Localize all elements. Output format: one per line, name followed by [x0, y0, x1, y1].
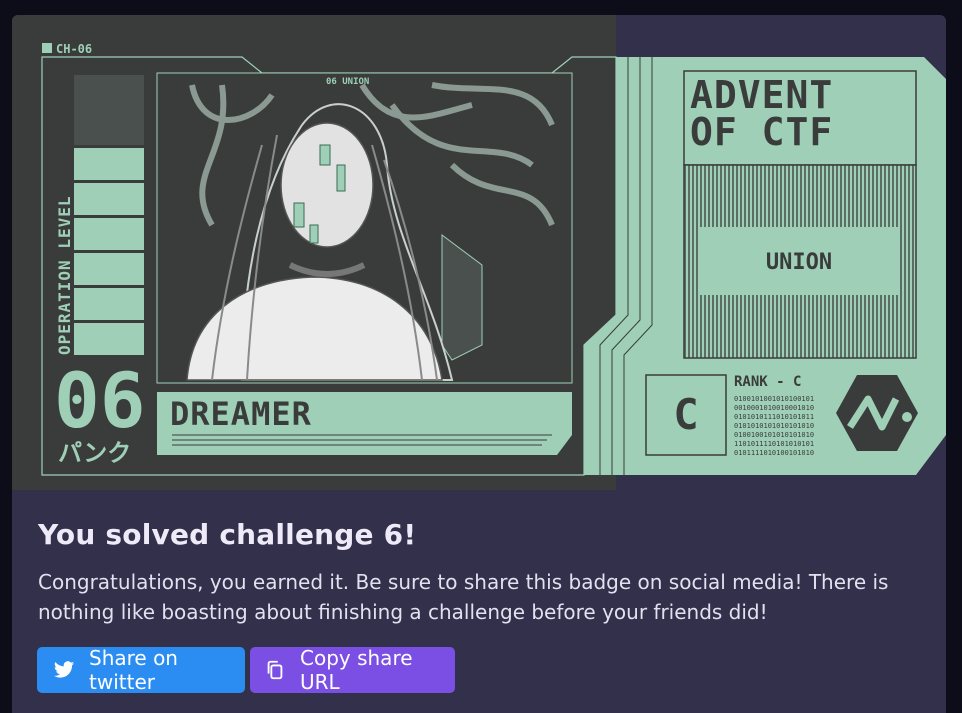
challenge-card: CH-06 OPERATION LEVEL 06 パンク 06 UNION DR… — [12, 15, 946, 713]
svg-text:0100101001010100101: 0100101001010100101 — [734, 395, 814, 403]
badge-side-label: OPERATION LEVEL — [55, 196, 74, 356]
svg-text:0100100101010101010: 0100100101010101010 — [734, 431, 814, 439]
badge-event-line2: OF CTF — [690, 110, 833, 154]
twitter-icon — [53, 659, 75, 681]
badge-name: DREAMER — [170, 395, 312, 433]
svg-text:0101010111010101011: 0101010111010101011 — [734, 413, 814, 421]
share-twitter-label: Share on twitter — [89, 646, 178, 694]
badge-channel: CH-06 — [56, 42, 92, 56]
copy-icon — [264, 659, 286, 681]
share-twitter-button[interactable]: Share on twitter — [37, 646, 245, 694]
svg-text:0101010101010101010: 0101010101010101010 — [734, 422, 814, 430]
badge-binary: 0100101001010100101 0010001010010001010 … — [734, 395, 814, 457]
challenge-title: You solved challenge 6! — [38, 518, 417, 551]
badge-number: 06 — [54, 356, 146, 445]
copy-share-url-label: Copy share URL — [300, 646, 413, 694]
challenge-message: Congratulations, you earned it. Be sure … — [38, 570, 889, 624]
badge-rank: RANK - C — [734, 374, 801, 390]
copy-share-url-button[interactable]: Copy share URL — [250, 646, 455, 694]
svg-text:1101011110101010101: 1101011110101010101 — [734, 440, 814, 448]
badge-katakana: パンク — [58, 439, 131, 467]
svg-text:0101111010100101010: 0101111010100101010 — [734, 449, 814, 457]
badge-rank-letter: C — [673, 390, 698, 439]
badge-union: UNION — [766, 250, 832, 275]
svg-text:0010001010010001010: 0010001010010001010 — [734, 404, 814, 412]
challenge-badge: CH-06 OPERATION LEVEL 06 パンク 06 UNION DR… — [12, 15, 946, 490]
